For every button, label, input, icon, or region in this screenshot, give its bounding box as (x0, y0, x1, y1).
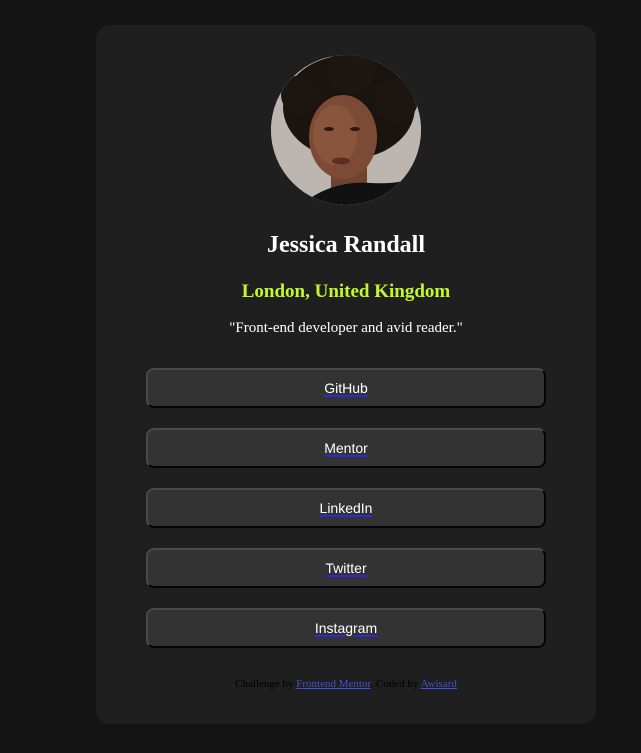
challenge-prefix-text: Challenge by (235, 678, 297, 690)
author-link[interactable]: Awisard (421, 678, 457, 690)
mentor-link-label: Mentor (324, 440, 368, 456)
profile-name: Jessica Randall (266, 232, 425, 258)
attribution-footer: Challenge by Frontend Mentor. Coded by A… (96, 678, 596, 690)
github-link-button[interactable]: GitHub (146, 368, 546, 408)
profile-card: Jessica Randall London, United Kingdom "… (96, 25, 596, 724)
linkedin-link-label: LinkedIn (319, 500, 373, 516)
github-link-label: GitHub (324, 380, 368, 396)
instagram-link-label: Instagram (314, 620, 378, 636)
twitter-link-label: Twitter (325, 560, 367, 576)
profile-location: London, United Kingdom (241, 281, 451, 302)
mentor-link-button[interactable]: Mentor (146, 428, 546, 468)
profile-bio: "Front-end developer and avid reader." (229, 320, 463, 336)
coded-prefix-text: . Coded by (370, 678, 421, 690)
instagram-link-button[interactable]: Instagram (146, 608, 546, 648)
social-links-list: GitHub Mentor LinkedIn Twitter Instagram (146, 368, 546, 668)
linkedin-link-button[interactable]: LinkedIn (146, 488, 546, 528)
twitter-link-button[interactable]: Twitter (146, 548, 546, 588)
avatar-image (271, 55, 421, 205)
avatar (271, 55, 421, 205)
frontend-mentor-link[interactable]: Frontend Mentor (296, 678, 370, 690)
